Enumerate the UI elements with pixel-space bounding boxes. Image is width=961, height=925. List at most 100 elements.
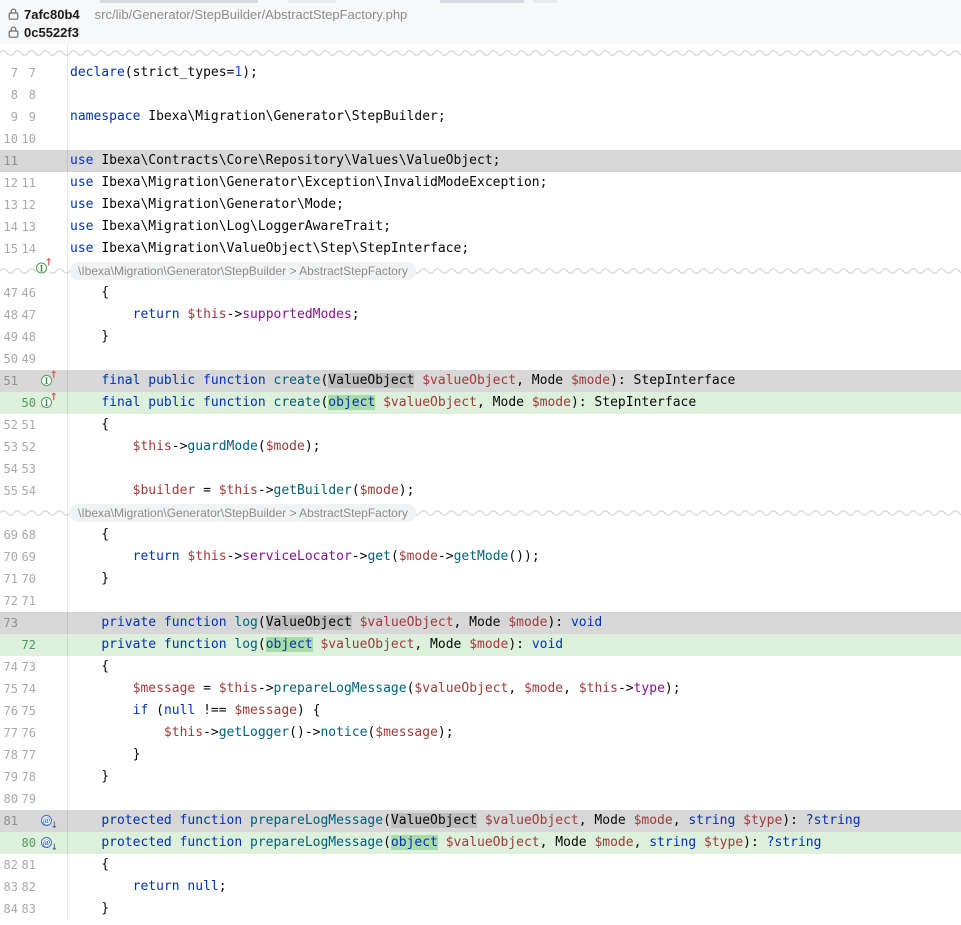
code-line[interactable]: $builder = $this->getBuilder($mode); xyxy=(67,480,961,502)
code-line[interactable]: } xyxy=(67,766,961,788)
gutter: 7776 xyxy=(0,722,67,744)
gutter: 7170 xyxy=(0,568,67,590)
diff-row: 7271 xyxy=(0,590,961,612)
line-number-old: 69 xyxy=(0,528,18,542)
gutter: 1211 xyxy=(0,172,67,194)
diff-row: 7473 { xyxy=(0,656,961,678)
line-number-old: 53 xyxy=(0,440,18,454)
line-number-new: 75 xyxy=(18,704,36,718)
code-line[interactable]: use Ibexa\Migration\Generator\Mode; xyxy=(67,194,961,216)
code-line[interactable]: private function log(ValueObject $valueO… xyxy=(67,612,961,634)
code-line[interactable]: declare(strict_types=1); xyxy=(67,62,961,84)
code-line[interactable]: return null; xyxy=(67,876,961,898)
code-line[interactable]: } xyxy=(67,326,961,348)
line-number-old: 81 xyxy=(0,814,18,828)
code-line[interactable]: private function log(object $valueObject… xyxy=(67,634,961,656)
diff-row: 1312use Ibexa\Migration\Generator\Mode; xyxy=(0,194,961,216)
diff-row: 1514use Ibexa\Migration\ValueObject\Step… xyxy=(0,238,961,260)
code-line[interactable]: final public function create(ValueObject… xyxy=(67,370,961,392)
code-line[interactable]: { xyxy=(67,656,961,678)
gutter: 1413 xyxy=(0,216,67,238)
line-number-new: 76 xyxy=(18,726,36,740)
diff-row: 1211use Ibexa\Migration\Generator\Except… xyxy=(0,172,961,194)
gutter: 8382 xyxy=(0,876,67,898)
implements-icon[interactable]: I↑ xyxy=(41,396,55,410)
code-line[interactable]: protected function prepareLogMessage(obj… xyxy=(67,832,961,854)
collapsed-region-separator[interactable] xyxy=(0,44,961,62)
cutoff-tab-strip xyxy=(533,0,557,3)
code-line[interactable]: { xyxy=(67,414,961,436)
diff-row: 5251 { xyxy=(0,414,961,436)
diff-row: 7069 return $this->serviceLocator->get($… xyxy=(0,546,961,568)
line-number-old: 80 xyxy=(0,792,18,806)
diff-row: 73 private function log(ValueObject $val… xyxy=(0,612,961,634)
line-number-new: 80 xyxy=(18,836,36,850)
cutoff-tab-strip xyxy=(288,0,336,3)
code-line[interactable]: $this->guardMode($mode); xyxy=(67,436,961,458)
code-line[interactable]: return $this->serviceLocator->get($mode-… xyxy=(67,546,961,568)
code-line[interactable]: } xyxy=(67,744,961,766)
code-line[interactable]: final public function create(object $val… xyxy=(67,392,961,414)
gutter: 5453 xyxy=(0,458,67,480)
diff-row: 72 private function log(object $valueObj… xyxy=(0,634,961,656)
diff-row: 7877 } xyxy=(0,744,961,766)
collapsed-region-separator[interactable]: \Ibexa\Migration\Generator\StepBuilder >… xyxy=(0,502,961,524)
code-line[interactable]: if (null !== $message) { xyxy=(67,700,961,722)
context-breadcrumb[interactable]: \Ibexa\Migration\Generator\StepBuilder >… xyxy=(70,504,416,522)
code-line[interactable]: { xyxy=(67,854,961,876)
implements-icon[interactable]: I↑ xyxy=(36,262,50,276)
diff-row: 4847 return $this->supportedModes; xyxy=(0,304,961,326)
commit-hash-new: 0c5522f3 xyxy=(24,25,79,40)
gutter: 88 xyxy=(0,84,67,106)
gutter: 7069 xyxy=(0,546,67,568)
line-number-old: 8 xyxy=(0,88,18,102)
diff-row: 11use Ibexa\Contracts\Core\Repository\Va… xyxy=(0,150,961,172)
line-number-new: 81 xyxy=(18,858,36,872)
code-line[interactable]: return $this->supportedModes; xyxy=(67,304,961,326)
line-number-new: 72 xyxy=(18,638,36,652)
code-line[interactable]: use Ibexa\Migration\Log\LoggerAwareTrait… xyxy=(67,216,961,238)
line-number-old: 74 xyxy=(0,660,18,674)
code-line[interactable]: $this->getLogger()->notice($message); xyxy=(67,722,961,744)
line-number-new: 68 xyxy=(18,528,36,542)
gutter: 7271 xyxy=(0,590,67,612)
diff-editor[interactable]: 77declare(strict_types=1);8899namespace … xyxy=(0,44,961,920)
code-line[interactable]: } xyxy=(67,568,961,590)
overridden-icon[interactable]: @↓ xyxy=(41,814,55,828)
code-line[interactable]: namespace Ibexa\Migration\Generator\Step… xyxy=(67,106,961,128)
line-number-old: 77 xyxy=(0,726,18,740)
collapsed-region-separator[interactable]: I↑ \Ibexa\Migration\Generator\StepBuilder… xyxy=(0,260,961,282)
line-number-new: 13 xyxy=(18,220,36,234)
line-number-new: 10 xyxy=(18,132,36,146)
line-number-new: 54 xyxy=(18,484,36,498)
code-line[interactable]: { xyxy=(67,282,961,304)
line-number-old: 7 xyxy=(0,66,18,80)
line-number-new: 52 xyxy=(18,440,36,454)
code-line[interactable]: $message = $this->prepareLogMessage($val… xyxy=(67,678,961,700)
lock-icon xyxy=(8,26,19,38)
context-breadcrumb[interactable]: \Ibexa\Migration\Generator\StepBuilder >… xyxy=(70,262,416,280)
line-number-new: 8 xyxy=(18,88,36,102)
code-line[interactable]: protected function prepareLogMessage(Val… xyxy=(67,810,961,832)
code-line[interactable]: use Ibexa\Migration\ValueObject\Step\Ste… xyxy=(67,238,961,260)
diff-row: 1413use Ibexa\Migration\Log\LoggerAwareT… xyxy=(0,216,961,238)
line-number-old: 50 xyxy=(0,352,18,366)
gutter: 5251 xyxy=(0,414,67,436)
diff-row: 8079 xyxy=(0,788,961,810)
line-number-new: 51 xyxy=(18,418,36,432)
code-line[interactable]: { xyxy=(67,524,961,546)
line-number-new: 9 xyxy=(18,110,36,124)
line-number-old: 72 xyxy=(0,594,18,608)
gutter: 7978 xyxy=(0,766,67,788)
code-line[interactable]: use Ibexa\Contracts\Core\Repository\Valu… xyxy=(67,150,961,172)
line-number-old: 12 xyxy=(0,176,18,190)
line-number-old: 70 xyxy=(0,550,18,564)
line-number-new: 49 xyxy=(18,352,36,366)
line-number-old: 15 xyxy=(0,242,18,256)
implements-icon[interactable]: I↑ xyxy=(41,374,55,388)
code-line[interactable]: } xyxy=(67,898,961,920)
code-line[interactable]: use Ibexa\Migration\Generator\Exception\… xyxy=(67,172,961,194)
overridden-icon[interactable]: @↓ xyxy=(41,836,55,850)
diff-row: 5049 xyxy=(0,348,961,370)
line-number-new: 74 xyxy=(18,682,36,696)
